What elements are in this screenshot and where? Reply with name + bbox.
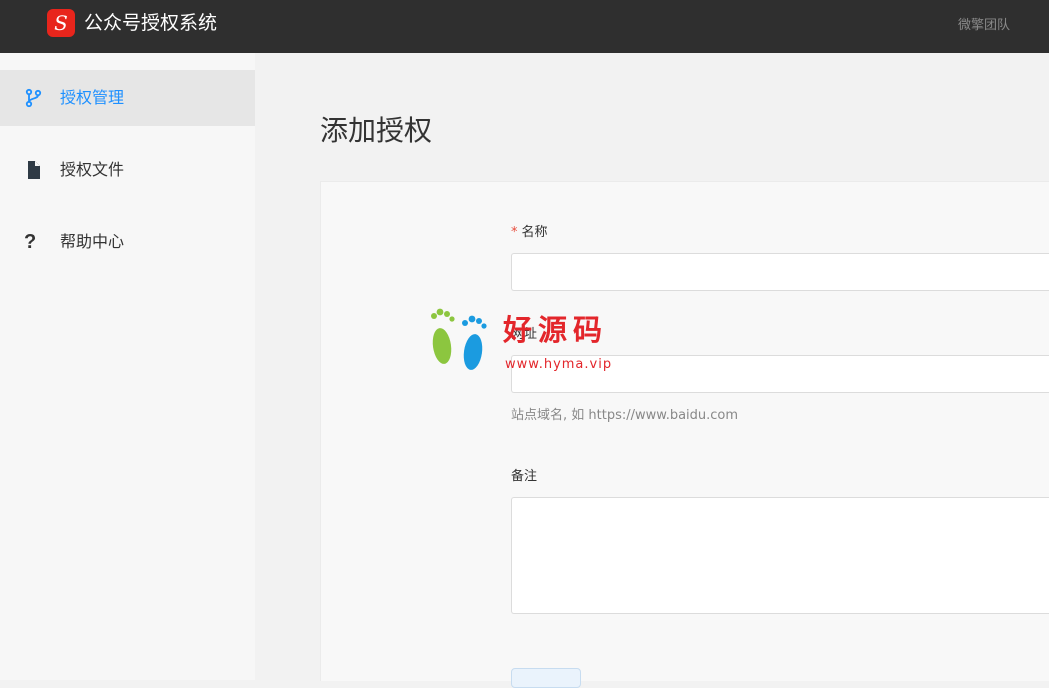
app-title[interactable]: 公众号授权系统: [84, 11, 217, 35]
logo-letter: S: [54, 11, 68, 35]
required-mark: *: [511, 225, 518, 240]
sidebar-item-auth-files[interactable]: 授权文件: [0, 142, 255, 198]
sidebar-item-label: 授权文件: [60, 160, 125, 179]
url-help-text: 站点域名, 如 https://www.baidu.com: [511, 408, 739, 423]
page-title: 添加授权: [320, 114, 433, 147]
name-input[interactable]: [511, 253, 1049, 291]
watermark-url: www.hyma.vip: [505, 357, 613, 372]
name-label: * 名称: [511, 224, 548, 242]
remark-label: 备注: [511, 469, 538, 484]
team-link[interactable]: 微擎团队: [958, 14, 1010, 33]
submit-button[interactable]: [511, 668, 581, 688]
watermark-text: 好源码: [503, 313, 609, 347]
sidebar-item-help-center[interactable]: ? 帮助中心: [0, 214, 255, 270]
branch-icon: [24, 88, 44, 108]
app-logo[interactable]: S: [47, 9, 75, 37]
question-icon: ?: [24, 231, 37, 253]
sidebar: 授权管理 授权文件 ? 帮助中心: [0, 53, 255, 680]
file-icon: [24, 160, 44, 180]
remark-textarea[interactable]: [511, 497, 1049, 614]
top-navbar: S 公众号授权系统 微擎团队: [0, 0, 1049, 53]
name-label-text: 名称: [521, 225, 548, 240]
sidebar-item-label: 授权管理: [60, 88, 125, 107]
sidebar-item-label: 帮助中心: [60, 232, 125, 251]
sidebar-item-auth-management[interactable]: 授权管理: [0, 70, 255, 126]
footprint-logo-icon: [428, 306, 494, 376]
